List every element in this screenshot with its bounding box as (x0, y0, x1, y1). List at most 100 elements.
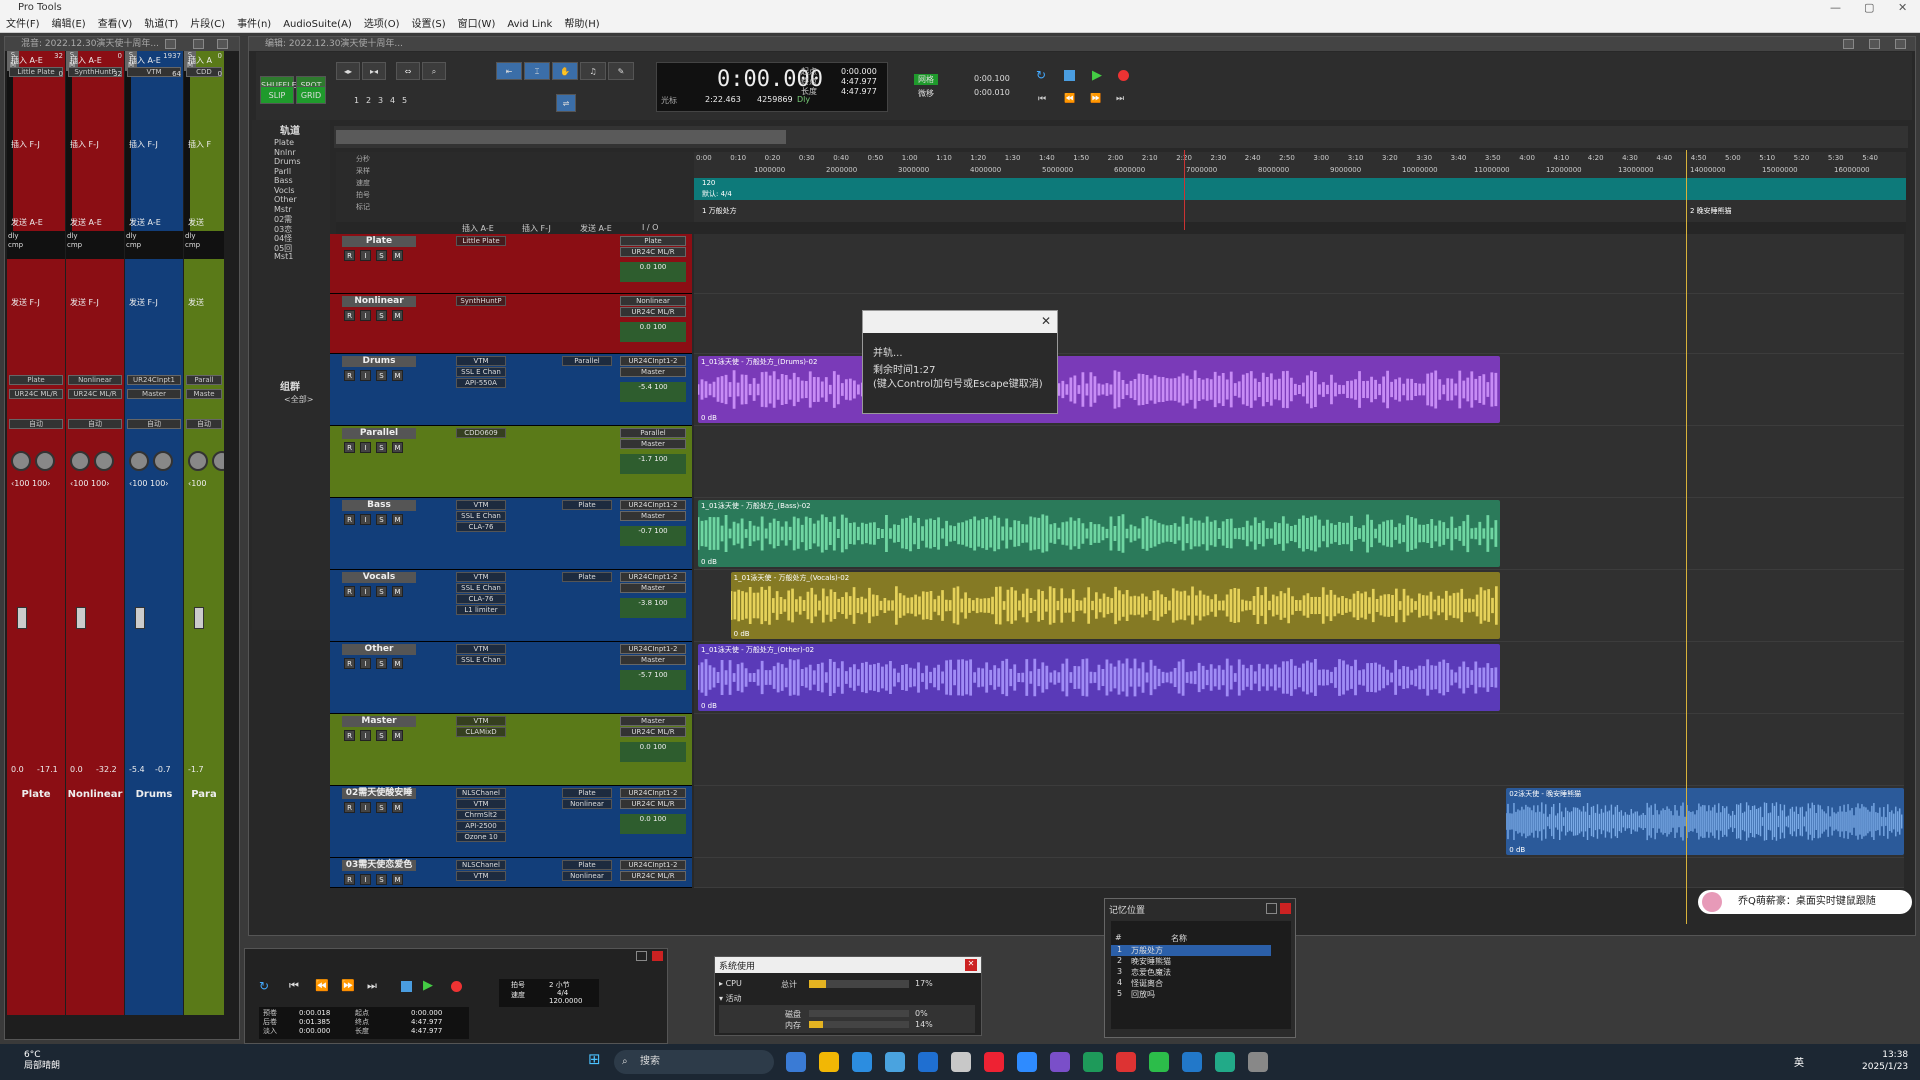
volume-value[interactable]: -5.4 (638, 383, 652, 391)
pan-knob[interactable] (70, 451, 90, 471)
group-all[interactable]: <全部> (284, 394, 313, 405)
taskbar-app-icon[interactable] (786, 1052, 806, 1072)
window-min-button[interactable] (165, 39, 176, 49)
insert-slot[interactable]: SSL E Chan (456, 583, 506, 593)
audio-clip[interactable]: 1_01泳天使 - 万般处方_(Other)-02 0 dB (698, 644, 1500, 711)
insert-slot[interactable]: API-2500 (456, 821, 506, 831)
track-name[interactable]: Master (342, 716, 416, 727)
volume-value[interactable]: 0.0 (640, 743, 651, 751)
pan-knob[interactable] (129, 451, 149, 471)
track-input-button[interactable]: I (360, 874, 371, 885)
rewind-icon[interactable]: ⏪ (1064, 94, 1075, 104)
insert-slot[interactable]: Little Plate (9, 67, 63, 77)
volume-fader[interactable] (76, 607, 86, 629)
menu-item[interactable]: AudioSuite(A) (283, 19, 352, 30)
track-lane[interactable]: 1_01泳天使 - 万般处方_(Bass)-02 0 dB (694, 498, 1904, 570)
zoom-preset-button[interactable]: 3 (378, 96, 383, 105)
rewind-icon[interactable]: ⏪ (315, 979, 329, 992)
taskbar-app-icon[interactable] (1083, 1052, 1103, 1072)
track-input[interactable]: UR24CInpt1-2 (620, 788, 686, 798)
ime-indicator[interactable]: 英 (1794, 1054, 1804, 1069)
track-name[interactable]: Drums (342, 356, 416, 367)
track-name[interactable]: 03需天使恋爱色 (342, 860, 416, 871)
start-value[interactable]: 0:00.000 (411, 1009, 467, 1018)
insert-slot[interactable]: VTM (456, 500, 506, 510)
insert-slot[interactable]: ChrmSlt2 (456, 810, 506, 820)
pencil-tool-icon[interactable]: ✎ (608, 62, 634, 80)
pan-value[interactable]: 100 (654, 599, 667, 607)
pan-value[interactable]: 100 (653, 815, 666, 823)
audio-clip[interactable]: 1_01泳天使 - 万般处方_(Vocals)-02 0 dB (730, 572, 1500, 639)
volume-value[interactable]: -1.7 (638, 455, 652, 463)
send-slot[interactable]: Plate (562, 572, 612, 582)
track-input-button[interactable]: I (360, 310, 371, 321)
send-slot[interactable]: Plate (562, 860, 612, 870)
insert-slot[interactable]: CLAMixD (456, 727, 506, 737)
fast-forward-icon[interactable]: ⏩ (1090, 94, 1101, 104)
magnifier-icon[interactable]: ⌕ (422, 62, 446, 80)
volume-value[interactable]: 0.0 (640, 323, 651, 331)
track-record-button[interactable]: R (344, 442, 355, 453)
volume-pan-readout[interactable]: 0.0 100 (620, 742, 686, 762)
track-output[interactable]: UR24C ML/R (620, 871, 686, 881)
insert-slot[interactable]: SSL E Chan (456, 367, 506, 377)
tempo-value[interactable]: 120.0000 (549, 997, 582, 1006)
insert-slot[interactable]: VTM (456, 644, 506, 654)
play-icon[interactable]: ▶ (1092, 68, 1102, 83)
volume-value[interactable]: 0.0 (11, 765, 24, 774)
zoom-preset-button[interactable]: 2 (366, 96, 371, 105)
audio-clip[interactable]: 1_01泳天使 - 万般处方_(Drums)-02 0 dB (698, 356, 1500, 423)
track-lane[interactable]: 1_01泳天使 - 万般处方_(Other)-02 0 dB (694, 642, 1904, 714)
track-name[interactable]: Parallel (342, 428, 416, 439)
track-input[interactable]: UR24CInpt1-2 (620, 860, 686, 870)
start-icon[interactable]: ⊞ (588, 1050, 601, 1068)
io-input[interactable]: UR24CInpt1 (127, 375, 181, 385)
play-icon[interactable]: ▶ (423, 978, 433, 993)
insert-slot[interactable]: API-550A (456, 378, 506, 388)
tracklist-item[interactable]: Other (274, 195, 297, 204)
track-output[interactable]: UR24C ML/R (620, 799, 686, 809)
pan-knob[interactable] (35, 451, 55, 471)
length-value[interactable]: 4:47.977 (411, 1027, 467, 1036)
track-mute-button[interactable]: M (392, 442, 403, 453)
track-name[interactable]: Plate (342, 236, 416, 247)
minimize-icon[interactable]: — (1830, 0, 1841, 16)
taskbar-app-icon[interactable] (984, 1052, 1004, 1072)
track-solo-button[interactable]: S (376, 370, 387, 381)
menu-item[interactable]: 轨道(T) (144, 19, 178, 30)
end-value[interactable]: 4:47.977 (841, 77, 877, 87)
volume-value[interactable]: 0.0 (640, 815, 651, 823)
volume-pan-readout[interactable]: -0.7 100 (620, 526, 686, 546)
insert-slot[interactable]: SSL E Chan (456, 655, 506, 665)
track-name[interactable]: 02需天使酸安睡 (342, 788, 416, 799)
volume-value[interactable]: -3.8 (638, 599, 652, 607)
marker-2[interactable]: 2 晚安睡熊猫 (1690, 206, 1732, 216)
zoom-in-icon[interactable]: ▸◂ (362, 62, 386, 80)
pan-knob[interactable] (212, 451, 224, 471)
send-slot[interactable]: Nonlinear (562, 799, 612, 809)
taskbar-app-icon[interactable] (918, 1052, 938, 1072)
fadein-value[interactable]: 0:00.000 (299, 1027, 330, 1036)
universe-view[interactable] (334, 126, 1908, 148)
taskbar-app-icon[interactable] (1215, 1052, 1235, 1072)
io-output[interactable]: UR24C ML/R (9, 389, 63, 399)
track-solo-button[interactable]: S (376, 250, 387, 261)
track-solo-button[interactable]: S (376, 874, 387, 885)
menu-item[interactable]: 查看(V) (98, 19, 133, 30)
track-record-button[interactable]: R (344, 310, 355, 321)
track-output[interactable]: UR24C ML/R (620, 307, 686, 317)
track-lane[interactable] (694, 426, 1904, 498)
menu-item[interactable]: 文件(F) (6, 19, 40, 30)
track-input[interactable]: Parallel (620, 428, 686, 438)
track-input-button[interactable]: I (360, 730, 371, 741)
menu-item[interactable]: 事件(n) (237, 19, 271, 30)
pan-value[interactable]: 100 (654, 527, 667, 535)
volume-value[interactable]: -1.7 (188, 765, 204, 774)
track-solo-button[interactable]: S (376, 310, 387, 321)
window-close-button[interactable] (217, 39, 228, 49)
window-min-button[interactable] (1266, 903, 1277, 914)
track-output[interactable]: UR24C ML/R (620, 247, 686, 257)
send-slot[interactable]: Plate (562, 500, 612, 510)
zoom-toggle-icon[interactable]: ⇔ (396, 62, 420, 80)
track-lane[interactable] (694, 858, 1904, 888)
